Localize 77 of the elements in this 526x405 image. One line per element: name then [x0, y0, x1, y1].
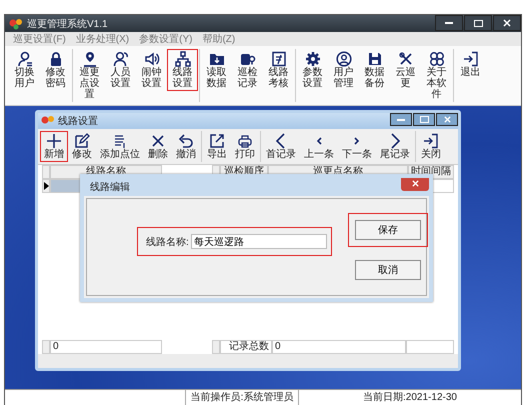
menu-item[interactable]: 巡更设置(F): [13, 32, 66, 46]
toolbar-button[interactable]: 切换用户: [9, 49, 40, 91]
clover-icon: [428, 51, 444, 67]
toolbar-button[interactable]: 读取数据: [201, 49, 232, 91]
people-icon: [112, 51, 128, 67]
pin-person-icon: [82, 51, 98, 67]
exit-icon: [423, 133, 439, 149]
network-icon: [174, 51, 190, 67]
operator-status: 当前操作员:系统管理员: [185, 390, 298, 405]
toolbar-button[interactable]: 新增: [40, 131, 68, 162]
printer-icon: [237, 133, 253, 149]
toolbar-button[interactable]: 打印: [231, 131, 259, 162]
user-icon: [16, 51, 32, 67]
toolbar-button[interactable]: 巡更点设置: [74, 49, 105, 102]
tag-icon: [240, 51, 256, 67]
row-pointer-icon: [44, 182, 48, 190]
toolbar-button[interactable]: 数据备份: [359, 49, 390, 91]
toolbar-button[interactable]: 云巡更: [390, 49, 421, 91]
field-label: 线路名称:: [146, 236, 189, 248]
edit-icon: [74, 133, 90, 149]
toolbar-button[interactable]: 尾记录: [376, 131, 414, 162]
toolbar-button[interactable]: 用户管理: [328, 49, 359, 91]
toolbar-button[interactable]: 首记录: [262, 131, 300, 162]
gear-icon: [304, 51, 320, 67]
row-header: [42, 340, 50, 354]
toolbar-button[interactable]: 退出: [455, 49, 486, 80]
toolbar-button[interactable]: 删除: [144, 131, 172, 162]
toolbar-button[interactable]: 导出: [203, 131, 231, 162]
toolbar-button[interactable]: 巡检记录: [232, 49, 263, 91]
toolbar-button[interactable]: 撤消: [172, 131, 200, 162]
toolbar-button[interactable]: 人员设置: [105, 49, 136, 91]
toolbar-button[interactable]: 下一条: [338, 131, 376, 162]
floppy-icon: [366, 51, 382, 67]
undo-icon: [178, 133, 194, 149]
close-icon: [444, 116, 450, 123]
toolbar-button[interactable]: 关闭: [417, 131, 445, 162]
date-status: 当前日期:2021-12-30: [298, 390, 521, 405]
export-icon: [209, 133, 225, 149]
toolbar-button[interactable]: 添加点位: [96, 131, 144, 162]
footer-cell: 0: [50, 340, 162, 354]
maximize-button[interactable]: [413, 113, 435, 126]
maximize-button[interactable]: [464, 15, 492, 31]
footer-label: 记录总数: [220, 340, 272, 354]
close-button[interactable]: [436, 113, 458, 126]
toolbar-button[interactable]: 线路设置: [167, 49, 198, 91]
folder-down-icon: [208, 51, 224, 67]
toolbar-button[interactable]: 关于本软件: [421, 49, 452, 102]
user-circle-icon: [336, 51, 352, 67]
cancel-button[interactable]: 取消: [354, 260, 421, 280]
plus-icon: [46, 133, 62, 149]
toolbar-button[interactable]: 修改密码: [40, 49, 71, 91]
toolbar-button[interactable]: 参数设置: [297, 49, 328, 91]
tools-icon: [398, 51, 414, 67]
menu-item[interactable]: 帮助(Z): [202, 32, 236, 46]
minimize-button[interactable]: [435, 15, 463, 31]
toolbar-button[interactable]: 修改: [68, 131, 96, 162]
doc-check-icon: [270, 51, 286, 67]
footer-cell: 0: [272, 340, 406, 354]
window-title: 线路设置: [58, 114, 98, 128]
toolbar-button[interactable]: 上一条: [300, 131, 338, 162]
route-name-field[interactable]: 每天巡逻路: [190, 234, 327, 249]
minimize-button[interactable]: [390, 113, 412, 126]
cross-icon: [150, 133, 166, 149]
menu-item[interactable]: 业务处理(X): [76, 32, 130, 46]
close-icon: [412, 180, 418, 187]
speaker-icon: [144, 51, 160, 67]
toolbar-button[interactable]: 线路考核: [263, 49, 294, 91]
pins-logo-icon: [9, 18, 23, 30]
close-button[interactable]: [493, 15, 521, 31]
close-icon: [503, 19, 511, 27]
row-header: [212, 340, 220, 354]
app-title: 巡更管理系统V1.1: [27, 18, 108, 30]
dialog-title: 线路编辑: [90, 180, 130, 194]
menu-item[interactable]: 参数设置(Y): [139, 32, 192, 46]
save-button[interactable]: 保存: [354, 220, 421, 240]
toolbar-button[interactable]: 闹钟设置: [136, 49, 167, 91]
exit-icon: [462, 51, 478, 67]
